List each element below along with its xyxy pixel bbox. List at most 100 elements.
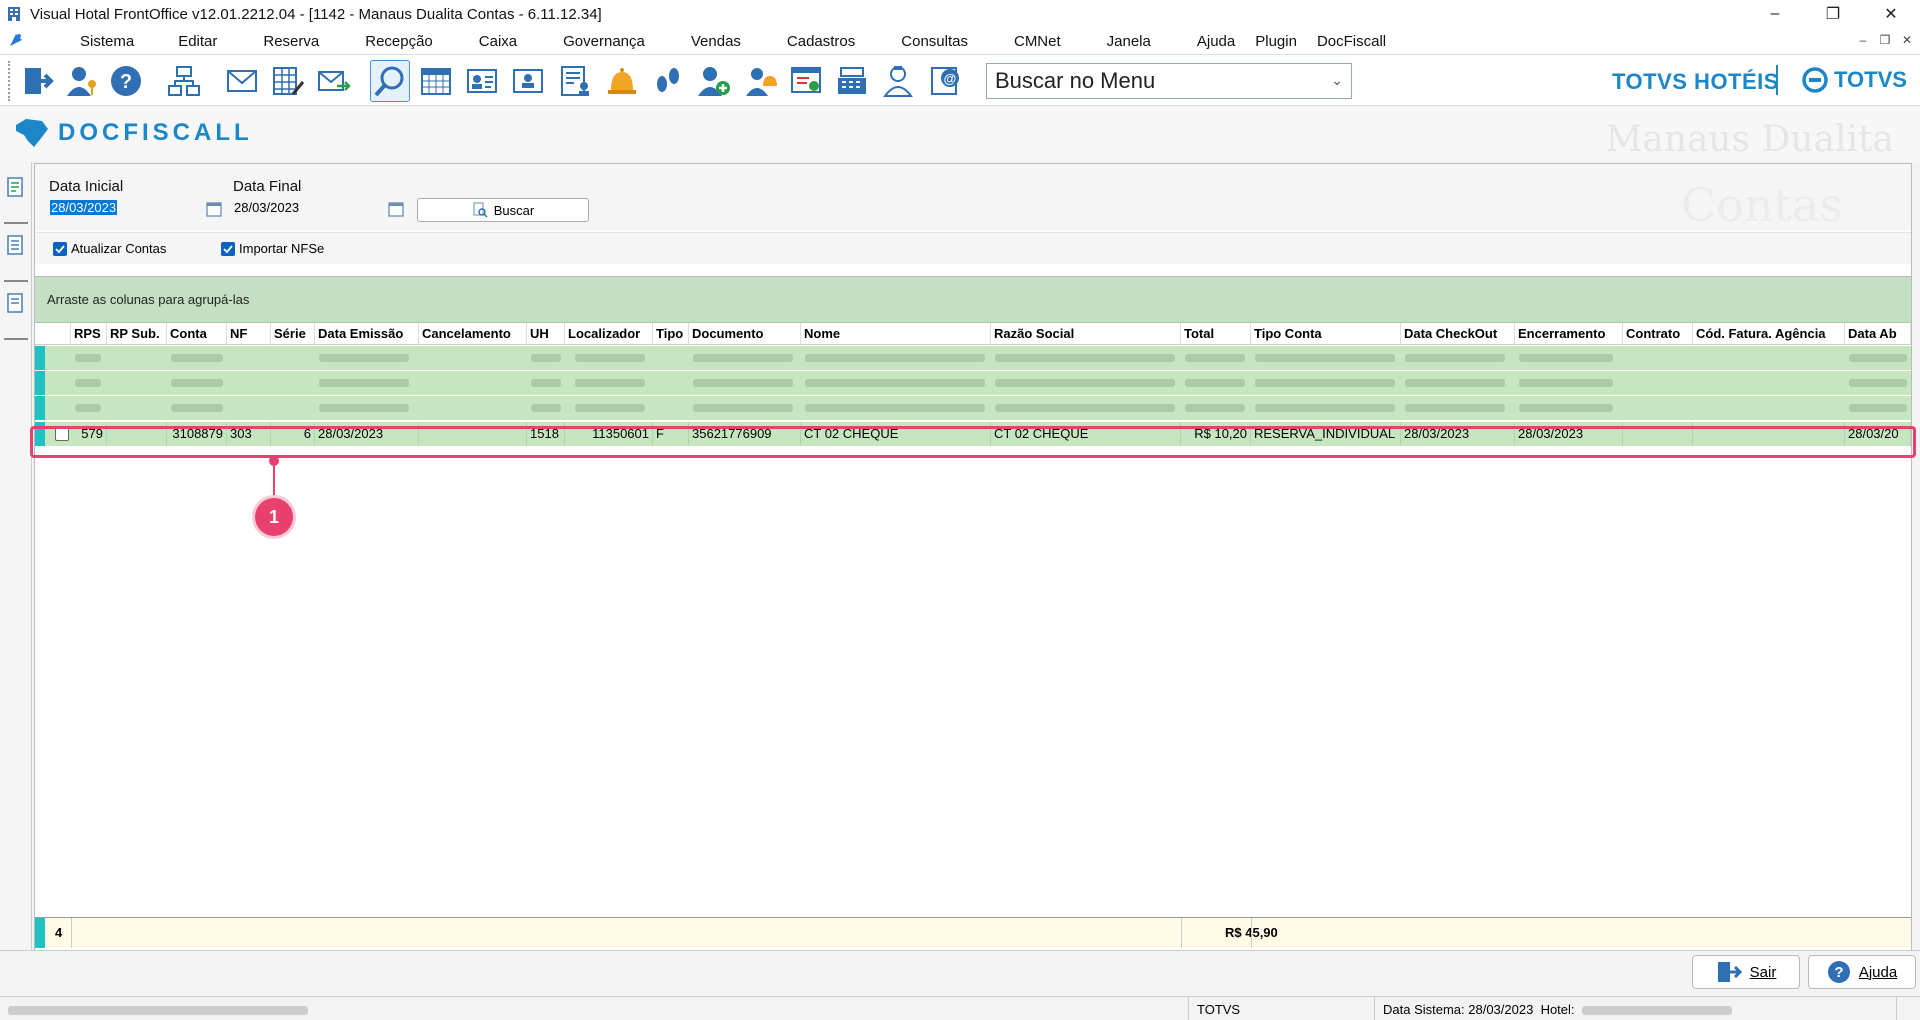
sair-button[interactable]: Sair — [1692, 955, 1800, 989]
cashier-window-icon[interactable] — [786, 60, 826, 102]
column-header-uh[interactable]: UH — [527, 323, 565, 345]
header-indicator — [35, 323, 71, 345]
guest-id-icon[interactable] — [508, 60, 548, 102]
restore-button[interactable]: ❐ — [1804, 0, 1862, 28]
column-header-tipo-conta[interactable]: Tipo Conta — [1251, 323, 1401, 345]
column-header-tipo[interactable]: Tipo — [653, 323, 689, 345]
menu-consultas[interactable]: Consultas — [891, 33, 978, 50]
calendar-icon[interactable] — [416, 60, 456, 102]
menu-cmnet[interactable]: CMNet — [1004, 33, 1071, 50]
footprints-icon[interactable] — [648, 60, 688, 102]
data-inicial-value: 28/03/2023 — [50, 200, 118, 215]
status-bar: TOTVS Data Sistema: 28/03/2023 Hotel: — [0, 996, 1920, 1020]
action-bar: Sair ? Ajuda — [0, 950, 1920, 996]
menu-plugin[interactable]: Plugin — [1245, 33, 1307, 50]
search-icon[interactable] — [370, 60, 410, 102]
column-header-serie[interactable]: Série — [271, 323, 315, 345]
add-user-icon[interactable] — [694, 60, 734, 102]
buscar-button[interactable]: Buscar — [417, 198, 589, 222]
docfiscall-logo-text: DOCFISCALL — [58, 119, 253, 146]
guest-card-icon[interactable] — [462, 60, 502, 102]
brand-totvs: TOTVS — [1802, 67, 1907, 93]
side-report-icon[interactable] — [6, 234, 26, 256]
menu-cadastros[interactable]: Cadastros — [777, 33, 865, 50]
org-chart-icon[interactable] — [164, 60, 204, 102]
mail-icon[interactable] — [222, 60, 262, 102]
side-separator — [4, 338, 28, 340]
exit-icon — [1717, 962, 1742, 982]
minimize-button[interactable]: – — [1746, 0, 1804, 28]
housekeeping-icon[interactable] — [740, 60, 780, 102]
calendar-icon[interactable] — [387, 200, 405, 218]
checkmark-icon — [221, 241, 235, 256]
svg-text:?: ? — [1834, 964, 1843, 981]
column-header-razao-social[interactable]: Razão Social — [991, 323, 1181, 345]
close-button[interactable]: ✕ — [1862, 0, 1920, 28]
email-at-icon[interactable]: @ — [926, 60, 966, 102]
annotation-highlight-box — [30, 426, 1916, 458]
status-resize-grip[interactable] — [1896, 997, 1920, 1020]
menu-caixa[interactable]: Caixa — [469, 33, 527, 50]
data-inicial-input[interactable]: 28/03/2023 — [47, 198, 167, 220]
menu-janela[interactable]: Janela — [1097, 33, 1161, 50]
status-data-sistema: Data Sistema: 28/03/2023 Hotel: — [1374, 997, 1740, 1020]
menu-ajuda[interactable]: Ajuda — [1187, 33, 1245, 50]
filter-area: Data Inicial 28/03/2023 Data Final 28/03… — [35, 164, 1911, 232]
column-header-data-ab[interactable]: Data Ab — [1845, 323, 1911, 345]
menu-app-icon[interactable] — [8, 32, 28, 51]
menu-docfiscall[interactable]: DocFiscall — [1307, 33, 1396, 50]
menu-sistema[interactable]: Sistema — [70, 33, 144, 50]
column-header-rp-sub[interactable]: RP Sub. — [107, 323, 167, 345]
column-header-documento[interactable]: Documento — [689, 323, 801, 345]
record-count: 4 — [55, 925, 63, 940]
menu-reserva[interactable]: Reserva — [253, 33, 329, 50]
importar-nfse-label: Importar NFSe — [239, 241, 325, 256]
column-header-contrato[interactable]: Contrato — [1623, 323, 1693, 345]
annotation-badge: 1 — [255, 498, 293, 536]
column-header-cod-fatura-agencia[interactable]: Cód. Fatura. Agência — [1693, 323, 1845, 345]
menu-recepcao[interactable]: Recepção — [355, 33, 443, 50]
column-header-rps[interactable]: RPS — [71, 323, 107, 345]
send-mail-icon[interactable] — [314, 60, 354, 102]
user-key-icon[interactable] — [62, 60, 102, 102]
mdi-close-button[interactable]: ✕ — [1900, 32, 1914, 48]
side-document-icon[interactable] — [6, 176, 26, 198]
group-by-panel[interactable]: Arraste as colunas para agrupá-las — [35, 277, 1911, 323]
toolbar-grip[interactable] — [8, 61, 14, 101]
help-icon[interactable]: ? — [106, 60, 146, 102]
mdi-restore-button[interactable]: ❐ — [1878, 32, 1892, 48]
data-final-input[interactable]: 28/03/2023 — [231, 198, 351, 220]
table-row[interactable] — [35, 396, 1911, 420]
status-hotel-label: Hotel: — [1540, 1002, 1575, 1017]
column-header-nf[interactable]: NF — [227, 323, 271, 345]
row-indicator — [35, 918, 45, 948]
search-menu-combobox[interactable]: Buscar no Menu ⌄ — [986, 63, 1352, 99]
column-header-cancelamento[interactable]: Cancelamento — [419, 323, 527, 345]
concierge-icon[interactable] — [878, 60, 918, 102]
column-header-encerramento[interactable]: Encerramento — [1515, 323, 1623, 345]
column-header-nome[interactable]: Nome — [801, 323, 991, 345]
bell-icon[interactable] — [602, 60, 642, 102]
column-header-conta[interactable]: Conta — [167, 323, 227, 345]
mdi-minimize-button[interactable]: – — [1856, 32, 1870, 48]
column-header-total[interactable]: Total — [1181, 323, 1251, 345]
menu-editar[interactable]: Editar — [168, 33, 227, 50]
column-header-data-emissao[interactable]: Data Emissão — [315, 323, 419, 345]
atualizar-contas-checkbox[interactable]: Atualizar Contas — [53, 241, 166, 256]
cash-register-icon[interactable] — [832, 60, 872, 102]
chevron-down-icon[interactable]: ⌄ — [1331, 72, 1343, 89]
ajuda-button[interactable]: ? Ajuda — [1808, 955, 1916, 989]
calendar-icon[interactable] — [205, 200, 223, 218]
spreadsheet-edit-icon[interactable] — [268, 60, 308, 102]
grid-summary-footer: 4 R$ 45,90 — [35, 917, 1911, 948]
table-row[interactable] — [35, 346, 1911, 370]
logout-icon[interactable] — [18, 60, 58, 102]
column-header-data-checkout[interactable]: Data CheckOut — [1401, 323, 1515, 345]
menu-vendas[interactable]: Vendas — [681, 33, 751, 50]
menu-governanca[interactable]: Governança — [553, 33, 655, 50]
table-row[interactable] — [35, 371, 1911, 395]
importar-nfse-checkbox[interactable]: Importar NFSe — [221, 241, 324, 256]
column-header-localizador[interactable]: Localizador — [565, 323, 653, 345]
side-file-icon[interactable] — [6, 292, 26, 314]
report-user-icon[interactable] — [556, 60, 596, 102]
